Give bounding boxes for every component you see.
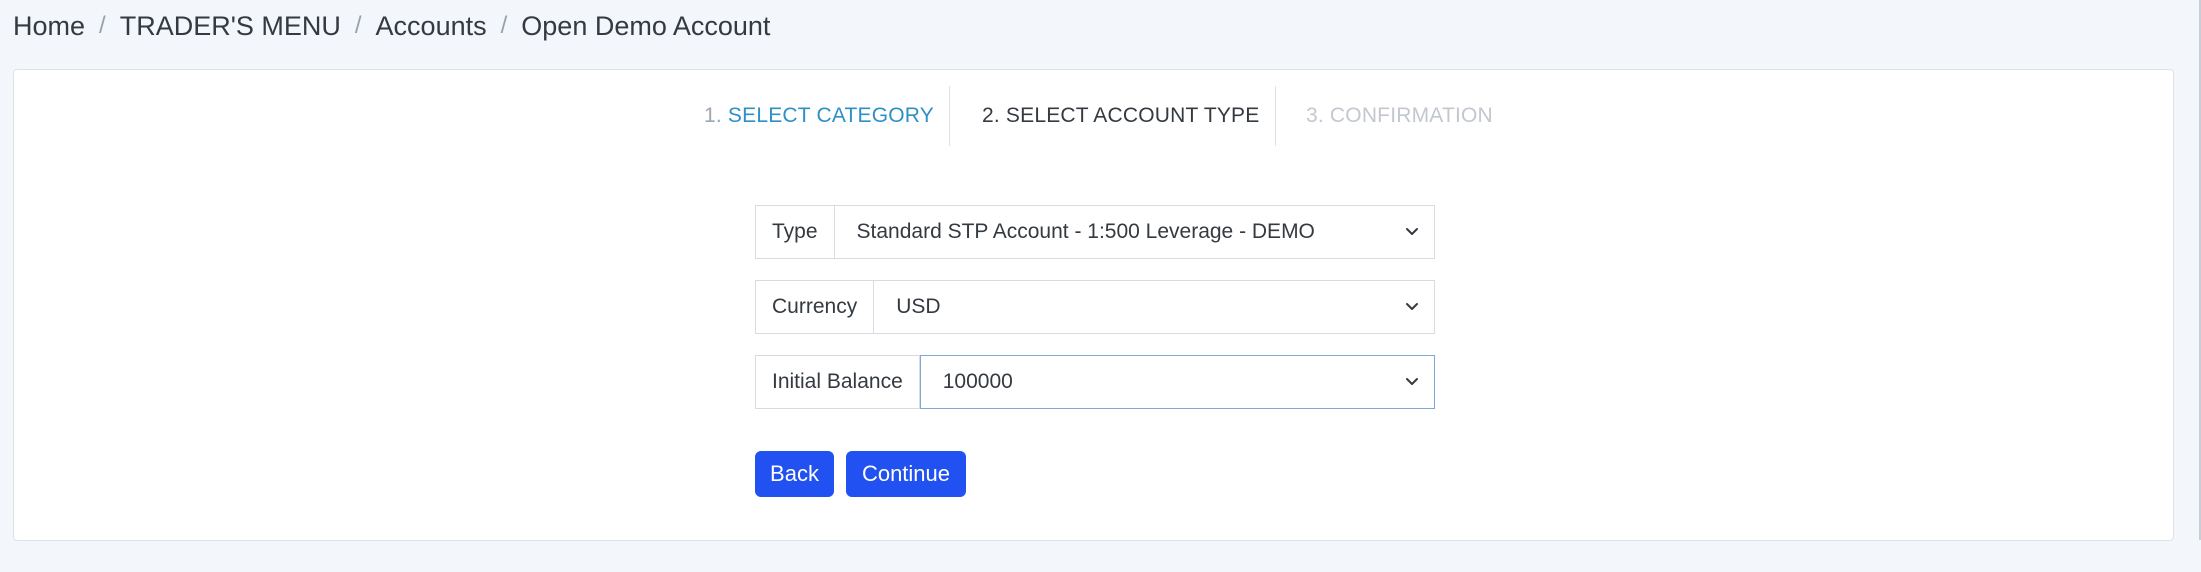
chevron-down-icon: [1406, 303, 1418, 310]
initial-balance-select[interactable]: 100000: [919, 355, 1435, 409]
back-button[interactable]: Back: [755, 451, 834, 497]
breadcrumb: Home / TRADER'S MENU / Accounts / Open D…: [13, 8, 770, 44]
currency-field-group: Currency USD: [755, 280, 1435, 334]
continue-button[interactable]: Continue: [846, 451, 966, 497]
breadcrumb-current-page: Open Demo Account: [521, 10, 771, 41]
step-number: 3.: [1306, 104, 1324, 127]
step-select-category[interactable]: 1. SELECT CATEGORY: [704, 86, 934, 146]
type-select-value: Standard STP Account - 1:500 Leverage - …: [856, 220, 1315, 243]
breadcrumb-separator: /: [354, 12, 362, 39]
open-demo-account-card: 1. SELECT CATEGORY 2. SELECT ACCOUNT TYP…: [13, 69, 2174, 541]
step-divider: [949, 86, 950, 146]
chevron-down-icon: [1406, 378, 1418, 385]
chevron-down-icon: [1406, 228, 1418, 235]
type-select[interactable]: Standard STP Account - 1:500 Leverage - …: [834, 205, 1435, 259]
step-number: 1.: [704, 104, 722, 127]
currency-label: Currency: [755, 280, 875, 334]
type-label: Type: [755, 205, 835, 259]
step-select-account-type: 2. SELECT ACCOUNT TYPE: [982, 86, 1259, 146]
initial-balance-field-group: Initial Balance 100000: [755, 355, 1435, 409]
wizard-stepper: 1. SELECT CATEGORY 2. SELECT ACCOUNT TYP…: [14, 86, 2173, 146]
step-divider: [1275, 86, 1276, 146]
currency-select[interactable]: USD: [874, 280, 1435, 334]
step-label: CONFIRMATION: [1329, 104, 1493, 127]
breadcrumb-accounts[interactable]: Accounts: [376, 11, 487, 42]
step-label: SELECT CATEGORY: [727, 104, 934, 127]
step-confirmation: 3. CONFIRMATION: [1306, 86, 1493, 146]
breadcrumb-traders-menu[interactable]: TRADER'S MENU: [120, 11, 341, 42]
currency-select-value: USD: [896, 295, 941, 318]
initial-balance-label: Initial Balance: [755, 355, 920, 409]
step-label: SELECT ACCOUNT TYPE: [1005, 104, 1260, 127]
initial-balance-select-value: 100000: [942, 370, 1013, 393]
type-field-group: Type Standard STP Account - 1:500 Levera…: [755, 205, 1435, 259]
step-number: 2.: [982, 104, 1000, 127]
breadcrumb-separator: /: [99, 12, 106, 39]
breadcrumb-separator: /: [500, 12, 508, 39]
breadcrumb-home[interactable]: Home: [13, 11, 85, 42]
